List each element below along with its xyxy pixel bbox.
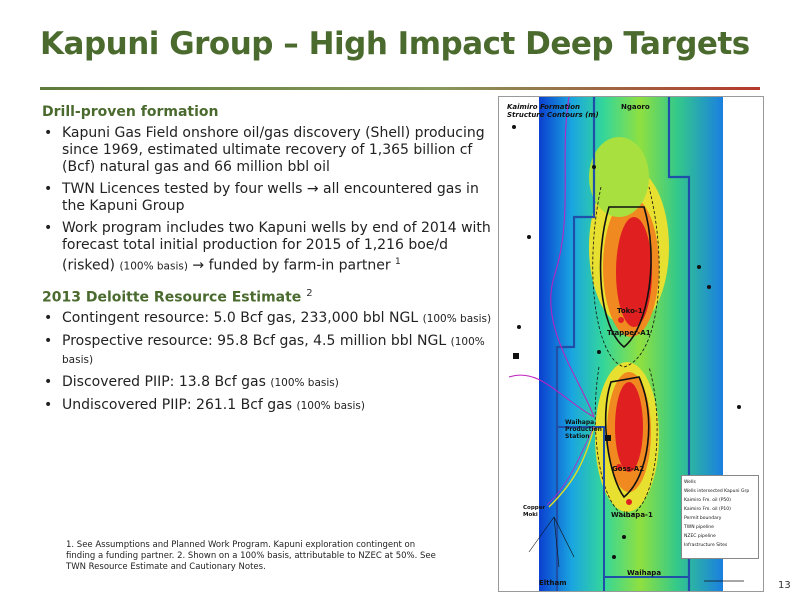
section-heading-text: Drill-proven formation [42, 104, 219, 120]
legend-item: Kaimiro Fm. oil (P10) [684, 507, 731, 512]
title-divider [40, 87, 760, 90]
bullet-text: Kapuni Gas Field onshore oil/gas discove… [62, 125, 485, 175]
basis-note: (100% basis) [119, 260, 188, 273]
map-legend: Wells Wells intersected Kapuni Grp Kaimi… [681, 475, 759, 559]
formation-bullets: Kapuni Gas Field onshore oil/gas discove… [42, 125, 492, 276]
bullet-item: Kapuni Gas Field onshore oil/gas discove… [42, 125, 492, 176]
bullet-text: TWN Licences tested by four wells → all … [62, 181, 479, 214]
footnote-ref: 1 [395, 257, 401, 267]
legend-item: Kaimiro Fm. oil (P50) [684, 498, 731, 503]
label-waihapa1: Waihapa-1 [611, 511, 653, 519]
label-eltham: Eltham [539, 579, 567, 587]
bullet-item: TWN Licences tested by four wells → all … [42, 181, 492, 215]
bullet-item: Work program includes two Kapuni wells b… [42, 220, 492, 276]
bullet-item: Prospective resource: 95.8 Bcf gas, 4.5 … [42, 333, 492, 369]
basis-note: (100% basis) [270, 377, 339, 390]
section-heading-text: 2013 Deloitte Resource Estimate [42, 289, 302, 306]
content-column: Drill-proven formation Kapuni Gas Field … [42, 104, 492, 427]
map-title-line2: Structure Contours (m) [507, 111, 599, 119]
legend-item: NZEC pipeline [684, 534, 716, 539]
basis-note: (100% basis) [422, 313, 492, 326]
bullet-text: Discovered PIIP: 13.8 Bcf gas [62, 374, 266, 391]
legend-item: TWN pipeline [684, 525, 714, 530]
map-title-line1: Kaimiro Formation [507, 103, 580, 111]
bullet-text: Undiscovered PIIP: 261.1 Bcf gas [62, 397, 293, 414]
page-title: Kapuni Group – High Impact Deep Targets [40, 26, 750, 62]
bullet-item: Discovered PIIP: 13.8 Bcf gas (100% basi… [42, 374, 492, 392]
legend-item: Infrastructure Sites [684, 543, 728, 548]
label-waihapa: Waihapa [627, 569, 662, 577]
bullet-text: Contingent resource: 5.0 Bcf gas, 233,00… [62, 310, 419, 327]
label-copper-moki: Copper Moki [523, 505, 546, 518]
legend-item: Wells [684, 480, 696, 485]
label-trapper: Trapper-A1 [607, 329, 651, 337]
bullet-text: → funded by farm-in partner [192, 257, 391, 274]
legend-item: Permit boundary [684, 516, 722, 521]
legend-item: Wells intersected Kapuni Grp [684, 489, 750, 494]
bullet-item: Contingent resource: 5.0 Bcf gas, 233,00… [42, 310, 492, 328]
resource-bullets: Contingent resource: 5.0 Bcf gas, 233,00… [42, 310, 492, 415]
footnote: 1. See Assumptions and Planned Work Prog… [66, 540, 436, 572]
structure-contour-map: Kaimiro Formation Structure Contours (m)… [498, 96, 764, 592]
label-goss: Goss-A2 [612, 465, 645, 473]
section-heading-deloitte: 2013 Deloitte Resource Estimate 2 [42, 288, 492, 306]
label-toko: Toko-1 [617, 307, 643, 315]
label-ngaoro: Ngaoro [621, 103, 650, 111]
bullet-text: Prospective resource: 95.8 Bcf gas, 4.5 … [62, 333, 447, 350]
basis-note: (100% basis) [296, 400, 365, 413]
section-heading-formation: Drill-proven formation [42, 104, 492, 120]
label-waihapa-station: Waihapa Production Station [565, 419, 602, 440]
page-number: 13 [778, 580, 791, 591]
bullet-item: Undiscovered PIIP: 261.1 Bcf gas (100% b… [42, 397, 492, 415]
footnote-ref: 2 [306, 287, 313, 299]
